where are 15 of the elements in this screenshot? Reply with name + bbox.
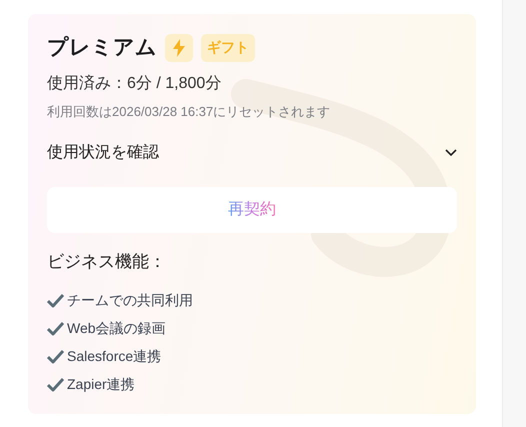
features-heading: ビジネス機能： [47,251,167,273]
check-icon [47,293,64,308]
feature-item: Salesforce連携 [67,347,162,366]
plan-title: プレミアム [47,34,157,61]
usage-text: 使用済み：6分 / 1,800分 [47,74,222,94]
lightning-icon [165,34,193,62]
gift-badge: ギフト [201,34,255,62]
usage-toggle[interactable]: 使用状況を確認 [47,141,457,165]
reset-note: 利用回数は2026/03/28 16:37にリセットされます [47,102,332,120]
check-icon [47,377,64,392]
check-icon [47,321,64,336]
check-icon [47,349,64,364]
feature-item: Web会議の録画 [67,319,166,338]
feature-item: Zapier連携 [67,375,135,394]
feature-item: チームでの共同利用 [67,291,193,310]
